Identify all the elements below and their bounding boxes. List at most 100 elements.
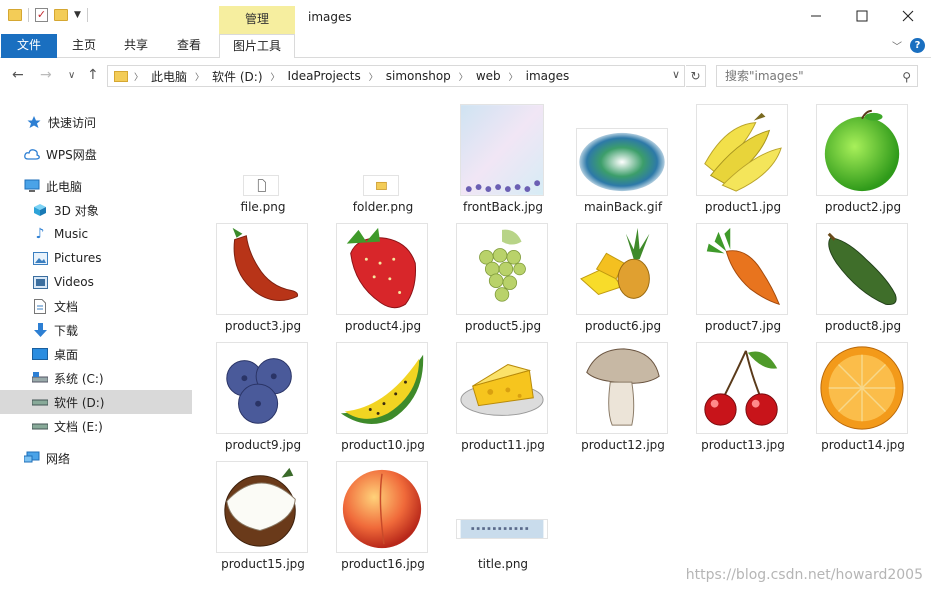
breadcrumb-item[interactable]: 此电脑 — [151, 68, 187, 85]
sidebar-item-videos[interactable]: Videos — [0, 270, 192, 294]
navigation-bar: ← → ∨ ↑ 〉 此电脑 〉 软件 (D:) 〉 IdeaProjects 〉… — [0, 60, 931, 92]
refresh-button[interactable]: ↻ — [686, 65, 706, 87]
file-thumbnail — [456, 519, 548, 539]
breadcrumb-item[interactable]: simonshop — [386, 69, 451, 83]
sidebar-item-drive-d[interactable]: 软件 (D:) — [0, 390, 192, 414]
sidebar-item-label: 文档 (E:) — [54, 419, 103, 434]
file-thumbnail — [576, 128, 668, 196]
up-button[interactable]: ↑ — [87, 67, 99, 83]
close-button[interactable] — [885, 0, 931, 32]
sidebar-item-drive-e[interactable]: 文档 (E:) — [0, 414, 192, 438]
sidebar-item-label: 快速访问 — [48, 115, 97, 130]
sidebar-item-documents[interactable]: 文档 — [0, 294, 192, 318]
file-item[interactable]: product4.jpg — [316, 211, 436, 333]
sidebar-item-this-pc[interactable]: 此电脑 — [0, 174, 192, 198]
recent-locations-button[interactable]: ∨ — [68, 70, 75, 81]
file-list: file.png folder.png frontBack.jpg mainBa… — [196, 92, 931, 593]
file-item[interactable]: product9.jpg — [196, 330, 316, 452]
file-item[interactable]: product5.jpg — [436, 211, 556, 333]
file-item[interactable]: product2.jpg — [796, 92, 916, 214]
cloud-icon — [24, 146, 40, 162]
file-thumbnail — [336, 223, 428, 315]
tab-view[interactable]: 查看 — [168, 34, 210, 58]
properties-icon[interactable]: ✓ — [35, 8, 48, 22]
sidebar-item-3d-objects[interactable]: 3D 对象 — [0, 198, 192, 222]
chevron-down-icon[interactable]: ∨ — [672, 68, 680, 81]
desktop-icon — [32, 346, 48, 362]
file-thumbnail — [216, 342, 308, 434]
file-item[interactable]: product8.jpg — [796, 211, 916, 333]
file-thumbnail — [456, 223, 548, 315]
new-folder-icon[interactable] — [54, 9, 68, 21]
pictures-icon — [32, 250, 48, 266]
manage-tab[interactable]: 管理 — [219, 6, 295, 34]
chevron-right-icon: 〉 — [134, 72, 144, 83]
minimize-button[interactable] — [793, 0, 839, 32]
file-item[interactable]: product12.jpg — [556, 330, 676, 452]
file-item[interactable]: product3.jpg — [196, 211, 316, 333]
file-item[interactable]: product13.jpg — [676, 330, 796, 452]
tab-share[interactable]: 共享 — [116, 34, 156, 58]
chevron-right-icon: 〉 — [368, 72, 378, 83]
file-name: product15.jpg — [221, 557, 305, 571]
download-icon — [32, 322, 48, 338]
file-item[interactable]: product15.jpg — [196, 449, 316, 571]
drive-e-icon — [32, 418, 48, 434]
tab-home[interactable]: 主页 — [64, 34, 104, 58]
sidebar-item-label: 下载 — [54, 323, 79, 338]
help-icon[interactable]: ? — [910, 38, 925, 53]
file-name: product14.jpg — [821, 438, 905, 452]
file-thumbnail — [816, 223, 908, 315]
file-thumbnail — [216, 461, 308, 553]
breadcrumb-item[interactable]: web — [476, 69, 501, 83]
sidebar-item-drive-c[interactable]: 系统 (C:) — [0, 366, 192, 390]
sidebar-item-label: 系统 (C:) — [54, 371, 104, 386]
chevron-right-icon: 〉 — [458, 72, 468, 83]
drive-d-icon — [32, 394, 48, 410]
sidebar-item-desktop[interactable]: 桌面 — [0, 342, 192, 366]
search-placeholder: 搜索"images" — [725, 69, 804, 83]
file-thumbnail — [216, 223, 308, 315]
breadcrumb-item[interactable]: 软件 (D:) — [212, 68, 262, 85]
breadcrumb-item[interactable]: IdeaProjects — [288, 69, 361, 83]
file-item[interactable]: mainBack.gif — [556, 92, 676, 214]
file-item[interactable]: product11.jpg — [436, 330, 556, 452]
sidebar-item-pictures[interactable]: Pictures — [0, 246, 192, 270]
sidebar-item-wps-cloud[interactable]: WPS网盘 — [0, 142, 192, 166]
file-item[interactable]: folder.png — [316, 92, 436, 214]
chevron-down-icon[interactable]: ▼ — [74, 10, 81, 20]
file-item[interactable]: product10.jpg — [316, 330, 436, 452]
folder-icon — [114, 70, 128, 82]
search-input[interactable]: 搜索"images" ⚲ — [716, 65, 918, 87]
sidebar-item-downloads[interactable]: 下载 — [0, 318, 192, 342]
sidebar-item-quick-access[interactable]: 快速访问 — [0, 110, 192, 134]
minimize-icon — [811, 15, 821, 17]
address-bar[interactable]: 〉 此电脑 〉 软件 (D:) 〉 IdeaProjects 〉 simonsh… — [107, 65, 685, 87]
expand-ribbon-icon[interactable]: ﹀ — [892, 38, 902, 53]
file-name: title.png — [477, 557, 529, 571]
divider — [86, 8, 88, 22]
file-item[interactable]: product16.jpg — [316, 449, 436, 571]
star-icon — [26, 114, 42, 130]
file-name: product12.jpg — [581, 438, 665, 452]
forward-button[interactable]: → — [40, 67, 52, 83]
breadcrumb: 〉 此电脑 〉 软件 (D:) 〉 IdeaProjects 〉 simonsh… — [134, 68, 569, 85]
file-item[interactable]: product1.jpg — [676, 92, 796, 214]
sidebar-item-music[interactable]: ♪ Music — [0, 222, 192, 246]
tab-file[interactable]: 文件 — [1, 34, 57, 58]
file-item[interactable]: product14.jpg — [796, 330, 916, 452]
breadcrumb-item[interactable]: images — [526, 69, 570, 83]
tab-picture-tools[interactable]: 图片工具 — [219, 34, 295, 58]
file-item[interactable]: product7.jpg — [676, 211, 796, 333]
file-item[interactable]: file.png — [196, 92, 316, 214]
sidebar-item-label: 软件 (D:) — [54, 395, 105, 410]
sidebar-item-label: 文档 — [54, 299, 79, 314]
sidebar-item-network[interactable]: 网络 — [0, 446, 192, 470]
file-item[interactable]: product6.jpg — [556, 211, 676, 333]
file-item[interactable]: title.png — [436, 449, 556, 571]
maximize-button[interactable] — [839, 0, 885, 32]
sidebar-item-label: Videos — [54, 275, 94, 289]
back-button[interactable]: ← — [12, 67, 24, 83]
file-item[interactable]: frontBack.jpg — [436, 92, 556, 214]
file-thumbnail — [336, 342, 428, 434]
